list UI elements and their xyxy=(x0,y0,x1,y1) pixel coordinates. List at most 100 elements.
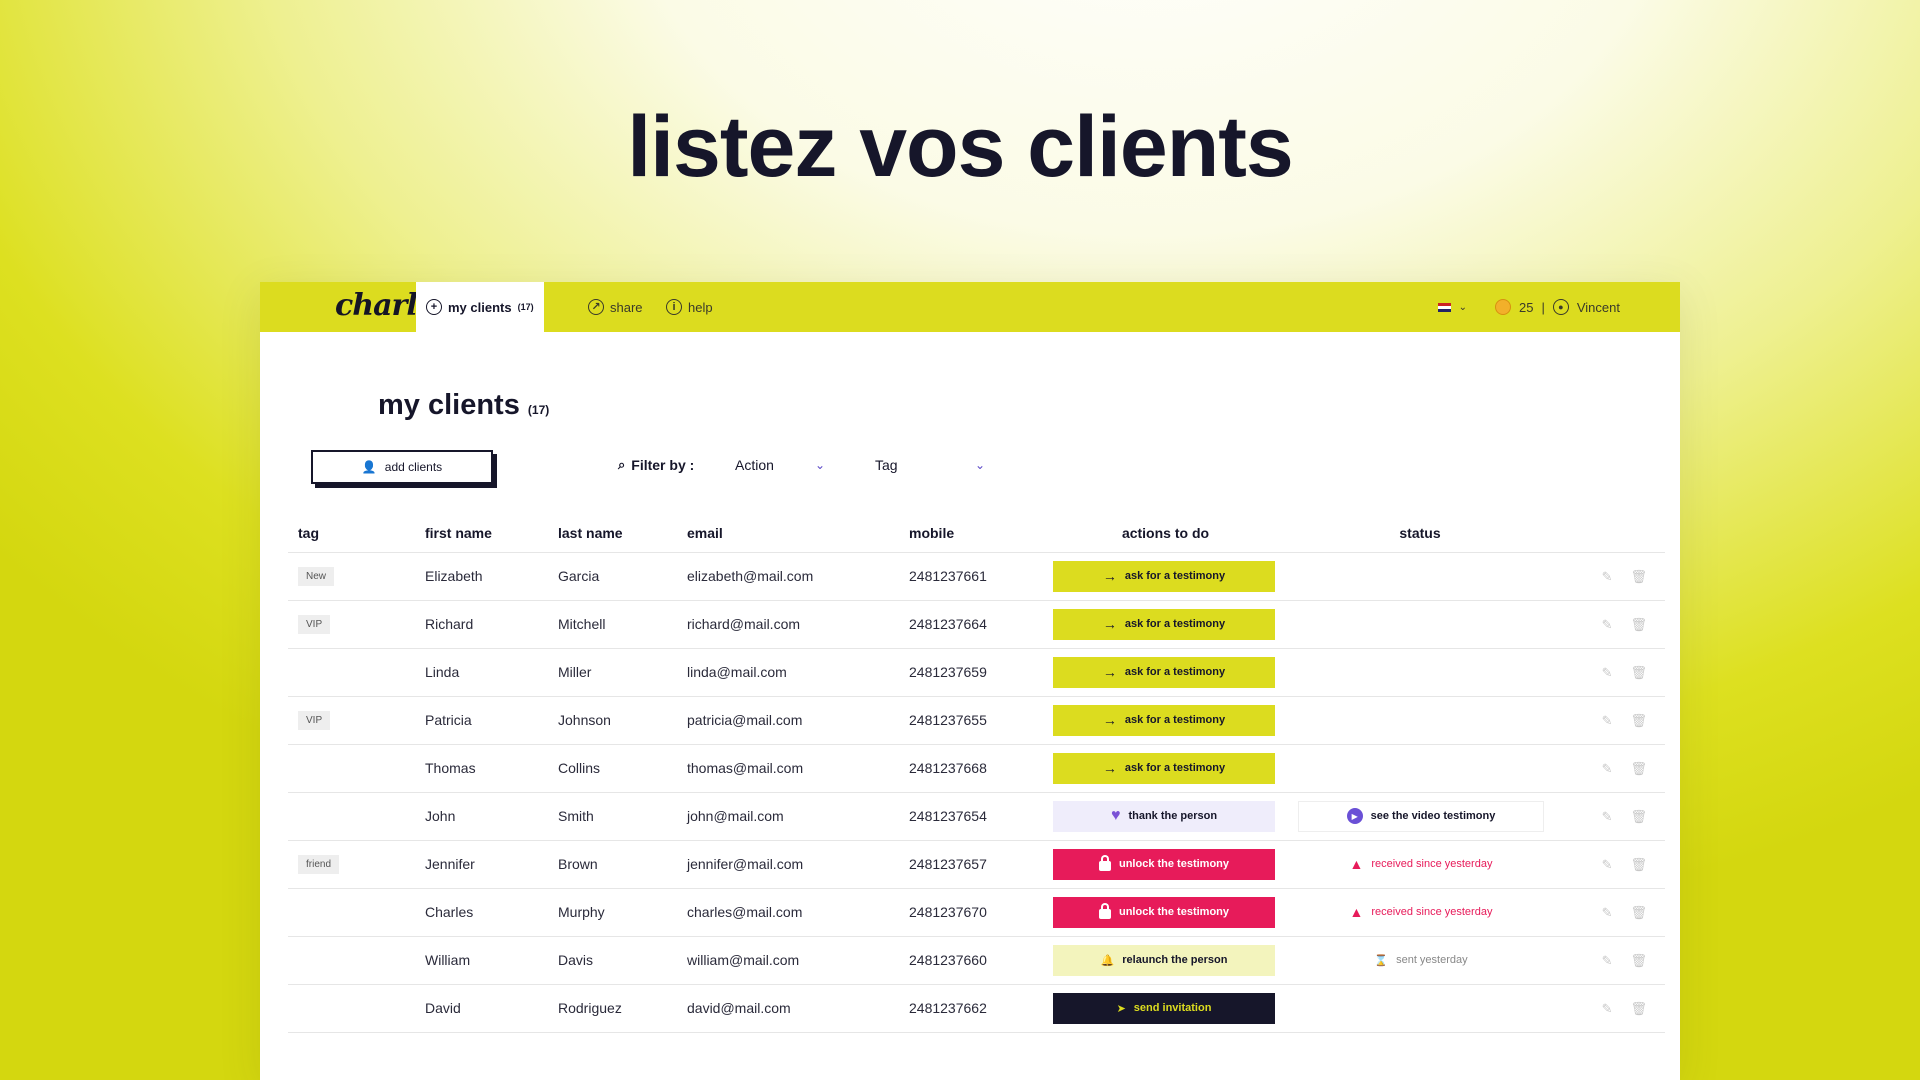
header-email[interactable]: email xyxy=(677,514,899,553)
tab-my-clients[interactable]: + my clients (17) xyxy=(416,282,544,332)
edit-icon[interactable]: ✎ xyxy=(1602,857,1613,872)
header-mobile[interactable]: mobile xyxy=(899,514,1043,553)
header-tag[interactable]: tag xyxy=(288,514,415,553)
cell-mobile: 2481237659 xyxy=(899,648,1043,697)
cell-status xyxy=(1288,984,1552,1033)
edit-icon[interactable]: ✎ xyxy=(1602,665,1613,680)
cell-last-name: Miller xyxy=(548,648,677,697)
paper-plane-icon: ➤ xyxy=(1116,1002,1126,1015)
trash-icon[interactable]: 🗑 xyxy=(1630,1001,1647,1016)
header-first-name[interactable]: first name xyxy=(415,514,548,553)
trash-icon[interactable]: 🗑 xyxy=(1630,761,1647,776)
cell-row-tools: ✎ 🗑 xyxy=(1552,552,1665,601)
edit-icon[interactable]: ✎ xyxy=(1602,569,1613,584)
trash-icon[interactable]: 🗑 xyxy=(1630,665,1647,680)
chevron-down-icon: ⌄ xyxy=(975,458,986,472)
edit-icon[interactable]: ✎ xyxy=(1602,905,1613,920)
table-row[interactable]: William Davis william@mail.com 2481237660 🔔 r… xyxy=(288,936,1665,985)
edit-icon[interactable]: ✎ xyxy=(1602,809,1613,824)
action-button[interactable]: → ask for a testimony xyxy=(1053,752,1275,784)
trash-icon[interactable]: 🗑 xyxy=(1630,617,1647,632)
action-button[interactable]: → ask for a testimony xyxy=(1053,656,1275,688)
table-row[interactable]: Charles Murphy charles@mail.com 2481237670 u… xyxy=(288,888,1665,937)
cell-email: jennifer@mail.com xyxy=(677,840,899,889)
edit-icon[interactable]: ✎ xyxy=(1602,617,1613,632)
chevron-down-icon[interactable]: ⌄ xyxy=(1459,302,1467,313)
edit-icon[interactable]: ✎ xyxy=(1602,1001,1613,1016)
action-button[interactable]: → ask for a testimony xyxy=(1053,608,1275,640)
tab-help[interactable]: i help xyxy=(666,282,713,332)
header-actions: actions to do xyxy=(1043,514,1288,553)
edit-icon[interactable]: ✎ xyxy=(1602,761,1613,776)
tab-help-label: help xyxy=(688,299,713,315)
trash-icon[interactable]: 🗑 xyxy=(1630,905,1647,920)
action-button[interactable]: ➤ send invitation xyxy=(1053,992,1275,1024)
header-last-name[interactable]: last name xyxy=(548,514,677,553)
cell-action: → ask for a testimony xyxy=(1043,648,1288,697)
cell-tag xyxy=(288,936,415,985)
cell-row-tools: ✎ 🗑 xyxy=(1552,984,1665,1033)
table-row[interactable]: Thomas Collins thomas@mail.com 2481237668 → a… xyxy=(288,744,1665,793)
status-indicator: ▲ received since yesterday xyxy=(1298,849,1544,880)
hero-title: listez vos clients xyxy=(627,99,1294,195)
action-button[interactable]: unlock the testimony xyxy=(1053,896,1275,928)
action-label: ask for a testimony xyxy=(1124,618,1226,630)
add-clients-button[interactable]: 👤 add clients xyxy=(311,450,493,484)
action-button[interactable]: unlock the testimony xyxy=(1053,848,1275,880)
cell-tag xyxy=(288,744,415,793)
action-button[interactable]: → ask for a testimony xyxy=(1053,560,1275,592)
trash-icon[interactable]: 🗑 xyxy=(1630,953,1647,968)
action-filter-select[interactable]: Action ⌄ xyxy=(735,457,825,473)
info-icon: i xyxy=(666,299,682,315)
app-window: charlie + my clients (17) ↗ share i help… xyxy=(260,282,1680,1080)
cell-tag: New xyxy=(288,552,415,601)
cell-first-name: Charles xyxy=(415,888,548,937)
table-row[interactable]: VIP Richard Mitchell richard@mail.com 248123… xyxy=(288,600,1665,649)
trash-icon[interactable]: 🗑 xyxy=(1630,713,1647,728)
cell-email: elizabeth@mail.com xyxy=(677,552,899,601)
cell-status: ▲ received since yesterday xyxy=(1288,840,1552,889)
action-button[interactable]: ♥ thank the person xyxy=(1053,800,1275,832)
status-indicator[interactable]: ▶ see the video testimony xyxy=(1298,800,1544,832)
status-indicator: ▲ received since yesterday xyxy=(1298,897,1544,928)
credits-count: 25 xyxy=(1519,299,1534,315)
table-row[interactable]: friend Jennifer Brown jennifer@mail.com 2481… xyxy=(288,840,1665,889)
trash-icon[interactable]: 🗑 xyxy=(1630,809,1647,824)
cell-status xyxy=(1288,744,1552,793)
table-row[interactable]: VIP Patricia Johnson patricia@mail.com 24812… xyxy=(288,696,1665,745)
cell-first-name: John xyxy=(415,792,548,841)
action-label: ask for a testimony xyxy=(1124,570,1226,582)
trash-icon[interactable]: 🗑 xyxy=(1630,857,1647,872)
cell-mobile: 2481237670 xyxy=(899,888,1043,937)
tab-share[interactable]: ↗ share xyxy=(588,282,643,332)
user-icon[interactable]: ● xyxy=(1552,299,1569,315)
cell-first-name: Elizabeth xyxy=(415,552,548,601)
action-label: ask for a testimony xyxy=(1124,762,1226,774)
tag-badge: friend xyxy=(298,855,340,874)
table-row[interactable]: John Smith john@mail.com 2481237654 ♥ thank t… xyxy=(288,792,1665,841)
edit-icon[interactable]: ✎ xyxy=(1602,713,1613,728)
action-button[interactable]: 🔔 relaunch the person xyxy=(1053,944,1275,976)
cell-last-name: Smith xyxy=(548,792,677,841)
tab-my-clients-count: (17) xyxy=(517,302,534,312)
trash-icon[interactable]: 🗑 xyxy=(1630,569,1647,584)
edit-icon[interactable]: ✎ xyxy=(1602,953,1613,968)
header-status: status xyxy=(1288,514,1552,553)
cell-action: → ask for a testimony xyxy=(1043,552,1288,601)
table-row[interactable]: David Rodriguez david@mail.com 2481237662 ➤ s… xyxy=(288,984,1665,1033)
arrow-right-icon: → xyxy=(1102,664,1117,680)
status-label: see the video testimony xyxy=(1370,810,1496,822)
uk-flag-icon[interactable] xyxy=(1437,302,1451,312)
cell-status: ▲ received since yesterday xyxy=(1288,888,1552,937)
cell-action: 🔔 relaunch the person xyxy=(1043,936,1288,985)
table-row[interactable]: New Elizabeth Garcia elizabeth@mail.com 2481… xyxy=(288,552,1665,601)
table-row[interactable]: Linda Miller linda@mail.com 2481237659 → ask … xyxy=(288,648,1665,697)
action-button[interactable]: → ask for a testimony xyxy=(1053,704,1275,736)
cell-row-tools: ✎ 🗑 xyxy=(1552,744,1665,793)
table-header-row: tag first name last name email mobile ac… xyxy=(288,514,1665,553)
action-label: unlock the testimony xyxy=(1118,906,1230,918)
cell-action: → ask for a testimony xyxy=(1043,696,1288,745)
action-label: thank the person xyxy=(1128,810,1218,822)
tag-filter-select[interactable]: Tag ⌄ xyxy=(875,457,985,473)
user-name[interactable]: Vincent xyxy=(1577,300,1620,315)
